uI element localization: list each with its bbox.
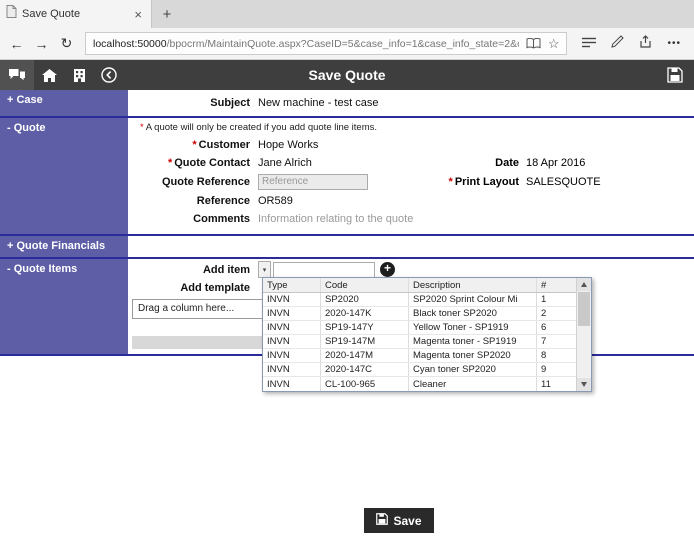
section-case: + Case Subject New machine - test case xyxy=(0,90,694,118)
add-template-label: Add template xyxy=(180,281,250,294)
refresh-button[interactable]: ↻ xyxy=(54,35,79,52)
item-grid-header: Type Code Description # xyxy=(263,278,576,293)
scrollbar-thumb[interactable] xyxy=(578,292,590,326)
print-layout-value: SALESQUOTE xyxy=(526,175,601,188)
date-value: 18 Apr 2016 xyxy=(526,156,586,169)
item-row[interactable]: INVN SP2020 SP2020 Sprint Colour Mi 1 xyxy=(263,293,576,307)
building-icon[interactable] xyxy=(64,68,94,82)
quote-reference-label: Quote Reference xyxy=(161,175,250,188)
home-icon[interactable] xyxy=(34,68,64,82)
section-quote-financials: + Quote Financials xyxy=(0,236,694,259)
back-circle-icon[interactable] xyxy=(94,67,124,83)
date-label: Date xyxy=(495,156,519,169)
web-note-icon[interactable] xyxy=(611,34,625,53)
quote-reference-input[interactable] xyxy=(258,173,368,190)
item-row[interactable]: INVN CL-100-965 Cleaner 11 xyxy=(263,377,576,391)
footer-area: Save xyxy=(0,508,694,533)
address-bar[interactable]: localhost:50000/bpocrm/MaintainQuote.asp… xyxy=(85,32,568,55)
add-item-input[interactable] xyxy=(273,261,375,278)
comments-label: Comments xyxy=(193,212,250,225)
add-item-dropdown-button[interactable]: ▾ xyxy=(258,261,271,278)
tab-bar: Save Quote × + xyxy=(0,0,694,28)
app-header: Save Quote xyxy=(0,60,694,90)
back-button[interactable]: ← xyxy=(4,36,29,52)
item-row[interactable]: INVN SP19-147Y Yellow Toner - SP1919 6 xyxy=(263,321,576,335)
column-header-type[interactable]: Type xyxy=(263,278,321,292)
column-header-code[interactable]: Code xyxy=(321,278,409,292)
tab-save-quote[interactable]: Save Quote × xyxy=(0,0,152,28)
subject-value: New machine - test case xyxy=(258,96,379,109)
favorite-star-icon[interactable]: ☆ xyxy=(548,36,560,52)
item-row[interactable]: INVN 2020-147K Black toner SP2020 2 xyxy=(263,307,576,321)
page-favicon-icon xyxy=(6,5,17,23)
more-actions-icon[interactable]: ••• xyxy=(667,38,681,49)
header-save-icon[interactable] xyxy=(656,67,694,83)
quote-contact-value: Jane Alrich xyxy=(258,156,312,169)
quote-contact-label: * Quote Contact xyxy=(167,156,250,169)
save-icon xyxy=(376,513,389,528)
chat-icon[interactable] xyxy=(0,60,34,90)
section-header-quote-items[interactable]: - Quote Items xyxy=(0,259,128,354)
section-header-quote-financials[interactable]: + Quote Financials xyxy=(0,236,128,257)
new-tab-button[interactable]: + xyxy=(152,0,182,28)
scroll-up-icon[interactable] xyxy=(577,278,591,291)
item-row[interactable]: INVN 2020-147C Cyan toner SP2020 9 xyxy=(263,363,576,377)
reading-view-icon[interactable] xyxy=(526,38,541,49)
add-item-button[interactable]: + xyxy=(380,262,395,277)
item-row[interactable]: INVN SP19-147M Magenta toner - SP1919 7 xyxy=(263,335,576,349)
item-row[interactable]: INVN 2020-147M Magenta toner SP2020 8 xyxy=(263,349,576,363)
reference-label: Reference xyxy=(196,194,250,207)
customer-label: * Customer xyxy=(192,138,250,151)
comments-placeholder[interactable]: Information relating to the quote xyxy=(258,213,413,225)
section-quote: - Quote * A quote will only be created if… xyxy=(0,118,694,236)
scroll-down-icon[interactable] xyxy=(577,378,591,391)
url-text: localhost:50000/bpocrm/MaintainQuote.asp… xyxy=(93,37,519,50)
print-layout-label: * Print Layout xyxy=(448,175,519,188)
save-button[interactable]: Save xyxy=(364,508,434,533)
tab-close-icon[interactable]: × xyxy=(131,7,145,22)
browser-action-icons: ••• xyxy=(573,34,690,53)
section-header-case[interactable]: + Case xyxy=(0,90,128,116)
reference-value: OR589 xyxy=(258,194,293,207)
hub-icon[interactable] xyxy=(582,35,597,53)
column-header-count[interactable]: # xyxy=(537,278,563,292)
column-header-description[interactable]: Description xyxy=(409,278,537,292)
quote-note: * A quote will only be created if you add… xyxy=(140,122,378,133)
customer-value: Hope Works xyxy=(258,138,319,151)
add-item-label: Add item xyxy=(202,263,250,276)
subject-label: Subject xyxy=(210,96,250,109)
tab-title: Save Quote xyxy=(22,8,81,20)
section-header-quote[interactable]: - Quote xyxy=(0,118,128,234)
forward-button[interactable]: → xyxy=(29,36,54,52)
popup-scrollbar[interactable] xyxy=(576,278,591,391)
browser-toolbar: ← → ↻ localhost:50000/bpocrm/MaintainQuo… xyxy=(0,28,694,60)
share-icon[interactable] xyxy=(639,34,652,53)
item-picker-popup: Type Code Description # INVN SP2020 SP20… xyxy=(262,277,592,392)
